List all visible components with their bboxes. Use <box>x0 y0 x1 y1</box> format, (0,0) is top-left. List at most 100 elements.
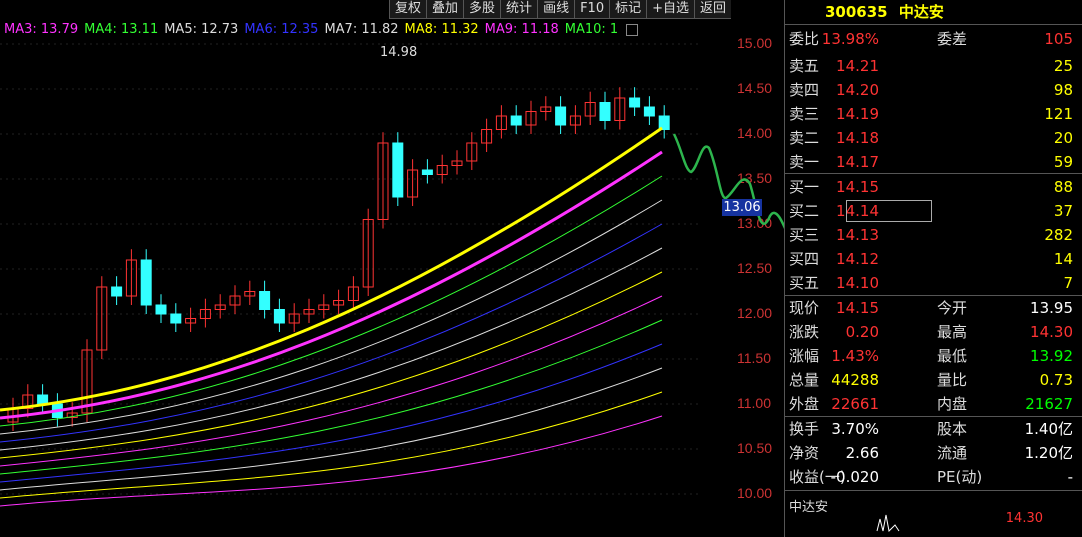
toolbar-button-2[interactable]: 多股 <box>463 0 500 18</box>
quote-value: 20 <box>1053 129 1073 147</box>
high-price-marker: 14.98 <box>380 45 417 60</box>
candle-body <box>140 259 152 306</box>
toolbar-button-5[interactable]: F10 <box>574 0 609 18</box>
quote-value: 37 <box>1053 202 1073 220</box>
quote-label: 委差 <box>937 30 968 48</box>
divider <box>785 295 1082 296</box>
ma-line <box>0 319 663 475</box>
toolbar-button-4[interactable]: 画线 <box>537 0 574 18</box>
quote-value: 14.17 <box>836 153 879 171</box>
quote-value: 59 <box>1053 153 1073 171</box>
selected-quote-highlight <box>846 200 932 222</box>
quote-value: - <box>1067 468 1073 486</box>
quote-label: 最高 <box>937 323 968 341</box>
quote-value: 14.15 <box>836 178 879 196</box>
quote-value: 14.13 <box>836 226 879 244</box>
toolbar-button-6[interactable]: 标记 <box>609 0 646 18</box>
quote-value: 3.70% <box>831 420 879 438</box>
ma-legend-item: MA9: 11.18 <box>484 22 559 37</box>
quote-value: 282 <box>1044 226 1073 244</box>
ma-legend-item: MA4: 13.11 <box>84 22 159 37</box>
ma-legend-item: MA3: 13.79 <box>4 22 79 37</box>
candle-body <box>155 304 167 315</box>
quote-value: 2.66 <box>845 444 879 462</box>
info-row[interactable]: 净资 2.66 流通 1.20亿 <box>789 442 1079 464</box>
ma-line <box>0 295 663 467</box>
stock-name: 中达安 <box>898 3 944 21</box>
quote-value: 1.40亿 <box>1024 420 1073 438</box>
buy-row[interactable]: 买五 14.10 7 <box>789 272 1079 294</box>
divider <box>785 416 1082 417</box>
quote-value: 13.95 <box>1030 299 1073 317</box>
quote-value: 1.43% <box>831 347 879 365</box>
kline-chart[interactable]: 14.98 <box>0 0 724 537</box>
candle-body <box>170 313 182 324</box>
stat-row[interactable]: 外盘 22661 内盘 21627 <box>789 393 1079 415</box>
quote-value: 105 <box>1044 30 1073 48</box>
quote-panel: 300635 中达安 委比 13.98% 委差 105 卖五 14.21 25 卖四 14.20… <box>784 0 1082 537</box>
cursor-price-tag: 13.06 <box>722 199 762 216</box>
info-row[interactable]: 收益(一) -0.020 PE(动) - <box>789 466 1079 488</box>
quote-value: 14.30 <box>1030 323 1073 341</box>
quote-value: 14.20 <box>836 81 879 99</box>
quote-value: 0.20 <box>845 323 879 341</box>
quote-value: 14.15 <box>836 299 879 317</box>
buy-row[interactable]: 买四 14.12 14 <box>789 248 1079 270</box>
quote-label: 流通 <box>937 444 968 462</box>
candle-body <box>421 169 433 175</box>
ma-line <box>0 271 663 459</box>
toolbar-button-1[interactable]: 叠加 <box>426 0 463 18</box>
toolbar-button-8[interactable]: 返回 <box>694 0 731 18</box>
sell-row[interactable]: 卖五 14.21 25 <box>789 55 1079 77</box>
chart-toolbar: 复权 叠加 多股 统计 画线 F10 标记 +自选 返回 <box>389 0 732 19</box>
divider <box>785 173 1082 174</box>
stat-row[interactable]: 总量 44288 量比 0.73 <box>789 369 1079 391</box>
toolbar-button-3[interactable]: 统计 <box>500 0 537 18</box>
quote-value: 13.98% <box>821 30 879 48</box>
quote-value: 21627 <box>1025 395 1073 413</box>
quote-label: PE(动) <box>937 468 983 486</box>
stat-row[interactable]: 涨跌 0.20 最高 14.30 <box>789 321 1079 343</box>
sell-row[interactable]: 卖三 14.19 121 <box>789 103 1079 125</box>
quote-value: 14.19 <box>836 105 879 123</box>
quote-value: 14.12 <box>836 250 879 268</box>
ma-legend-item: MA10: 1 <box>564 22 619 37</box>
quote-value: 22661 <box>831 395 879 413</box>
quote-value: 121 <box>1044 105 1073 123</box>
stat-row[interactable]: 现价 14.15 今开 13.95 <box>789 297 1079 319</box>
ma-legend-item: MA6: 12.35 <box>244 22 319 37</box>
candle-body <box>629 97 641 108</box>
ma-line <box>0 391 663 499</box>
ma-legend-item: MA5: 12.73 <box>164 22 239 37</box>
buy-row[interactable]: 买三 14.13 282 <box>789 224 1079 246</box>
candle-body <box>599 102 611 121</box>
buy-row[interactable]: 买一 14.15 88 <box>789 176 1079 198</box>
ma-legend-item: MA8: 11.32 <box>404 22 479 37</box>
sell-row[interactable]: 卖二 14.18 20 <box>789 127 1079 149</box>
toolbar-button-7[interactable]: +自选 <box>646 0 694 18</box>
quote-value: 1.20亿 <box>1024 444 1073 462</box>
quote-label: 最低 <box>937 347 968 365</box>
stock-code: 300635 <box>825 3 888 21</box>
sell-row[interactable]: 卖一 14.17 59 <box>789 151 1079 173</box>
quote-value: 44288 <box>831 371 879 389</box>
quote-label: 量比 <box>937 371 968 389</box>
legend-toggle-icon[interactable] <box>626 23 639 36</box>
quote-label: 今开 <box>937 299 968 317</box>
info-row[interactable]: 换手 3.70% 股本 1.40亿 <box>789 418 1079 440</box>
stat-row[interactable]: 涨幅 1.43% 最低 13.92 <box>789 345 1079 367</box>
candle-body <box>111 286 123 297</box>
divider <box>785 490 1082 491</box>
buy-row[interactable]: 买二 14.14 37 <box>789 200 1079 222</box>
candle-body <box>555 106 567 126</box>
row-weibi[interactable]: 委比 13.98% 委差 105 <box>789 28 1079 50</box>
quote-value: 13.92 <box>1030 347 1073 365</box>
quote-value: 25 <box>1053 57 1073 75</box>
ma-legend: MA3: 13.79 MA4: 13.11 MA5: 12.73 MA6: 12.35… <box>4 22 644 37</box>
price-axis-label: 14.50 <box>737 80 773 96</box>
sell-row[interactable]: 卖四 14.20 98 <box>789 79 1079 101</box>
toolbar-button-0[interactable]: 复权 <box>389 0 426 18</box>
candle-body <box>273 309 285 324</box>
kline-chart-area[interactable]: 14.98 MA3: 13.79 MA4: 13.11 MA5: 12.73 MA6:… <box>0 0 772 537</box>
candle-body <box>643 106 655 117</box>
